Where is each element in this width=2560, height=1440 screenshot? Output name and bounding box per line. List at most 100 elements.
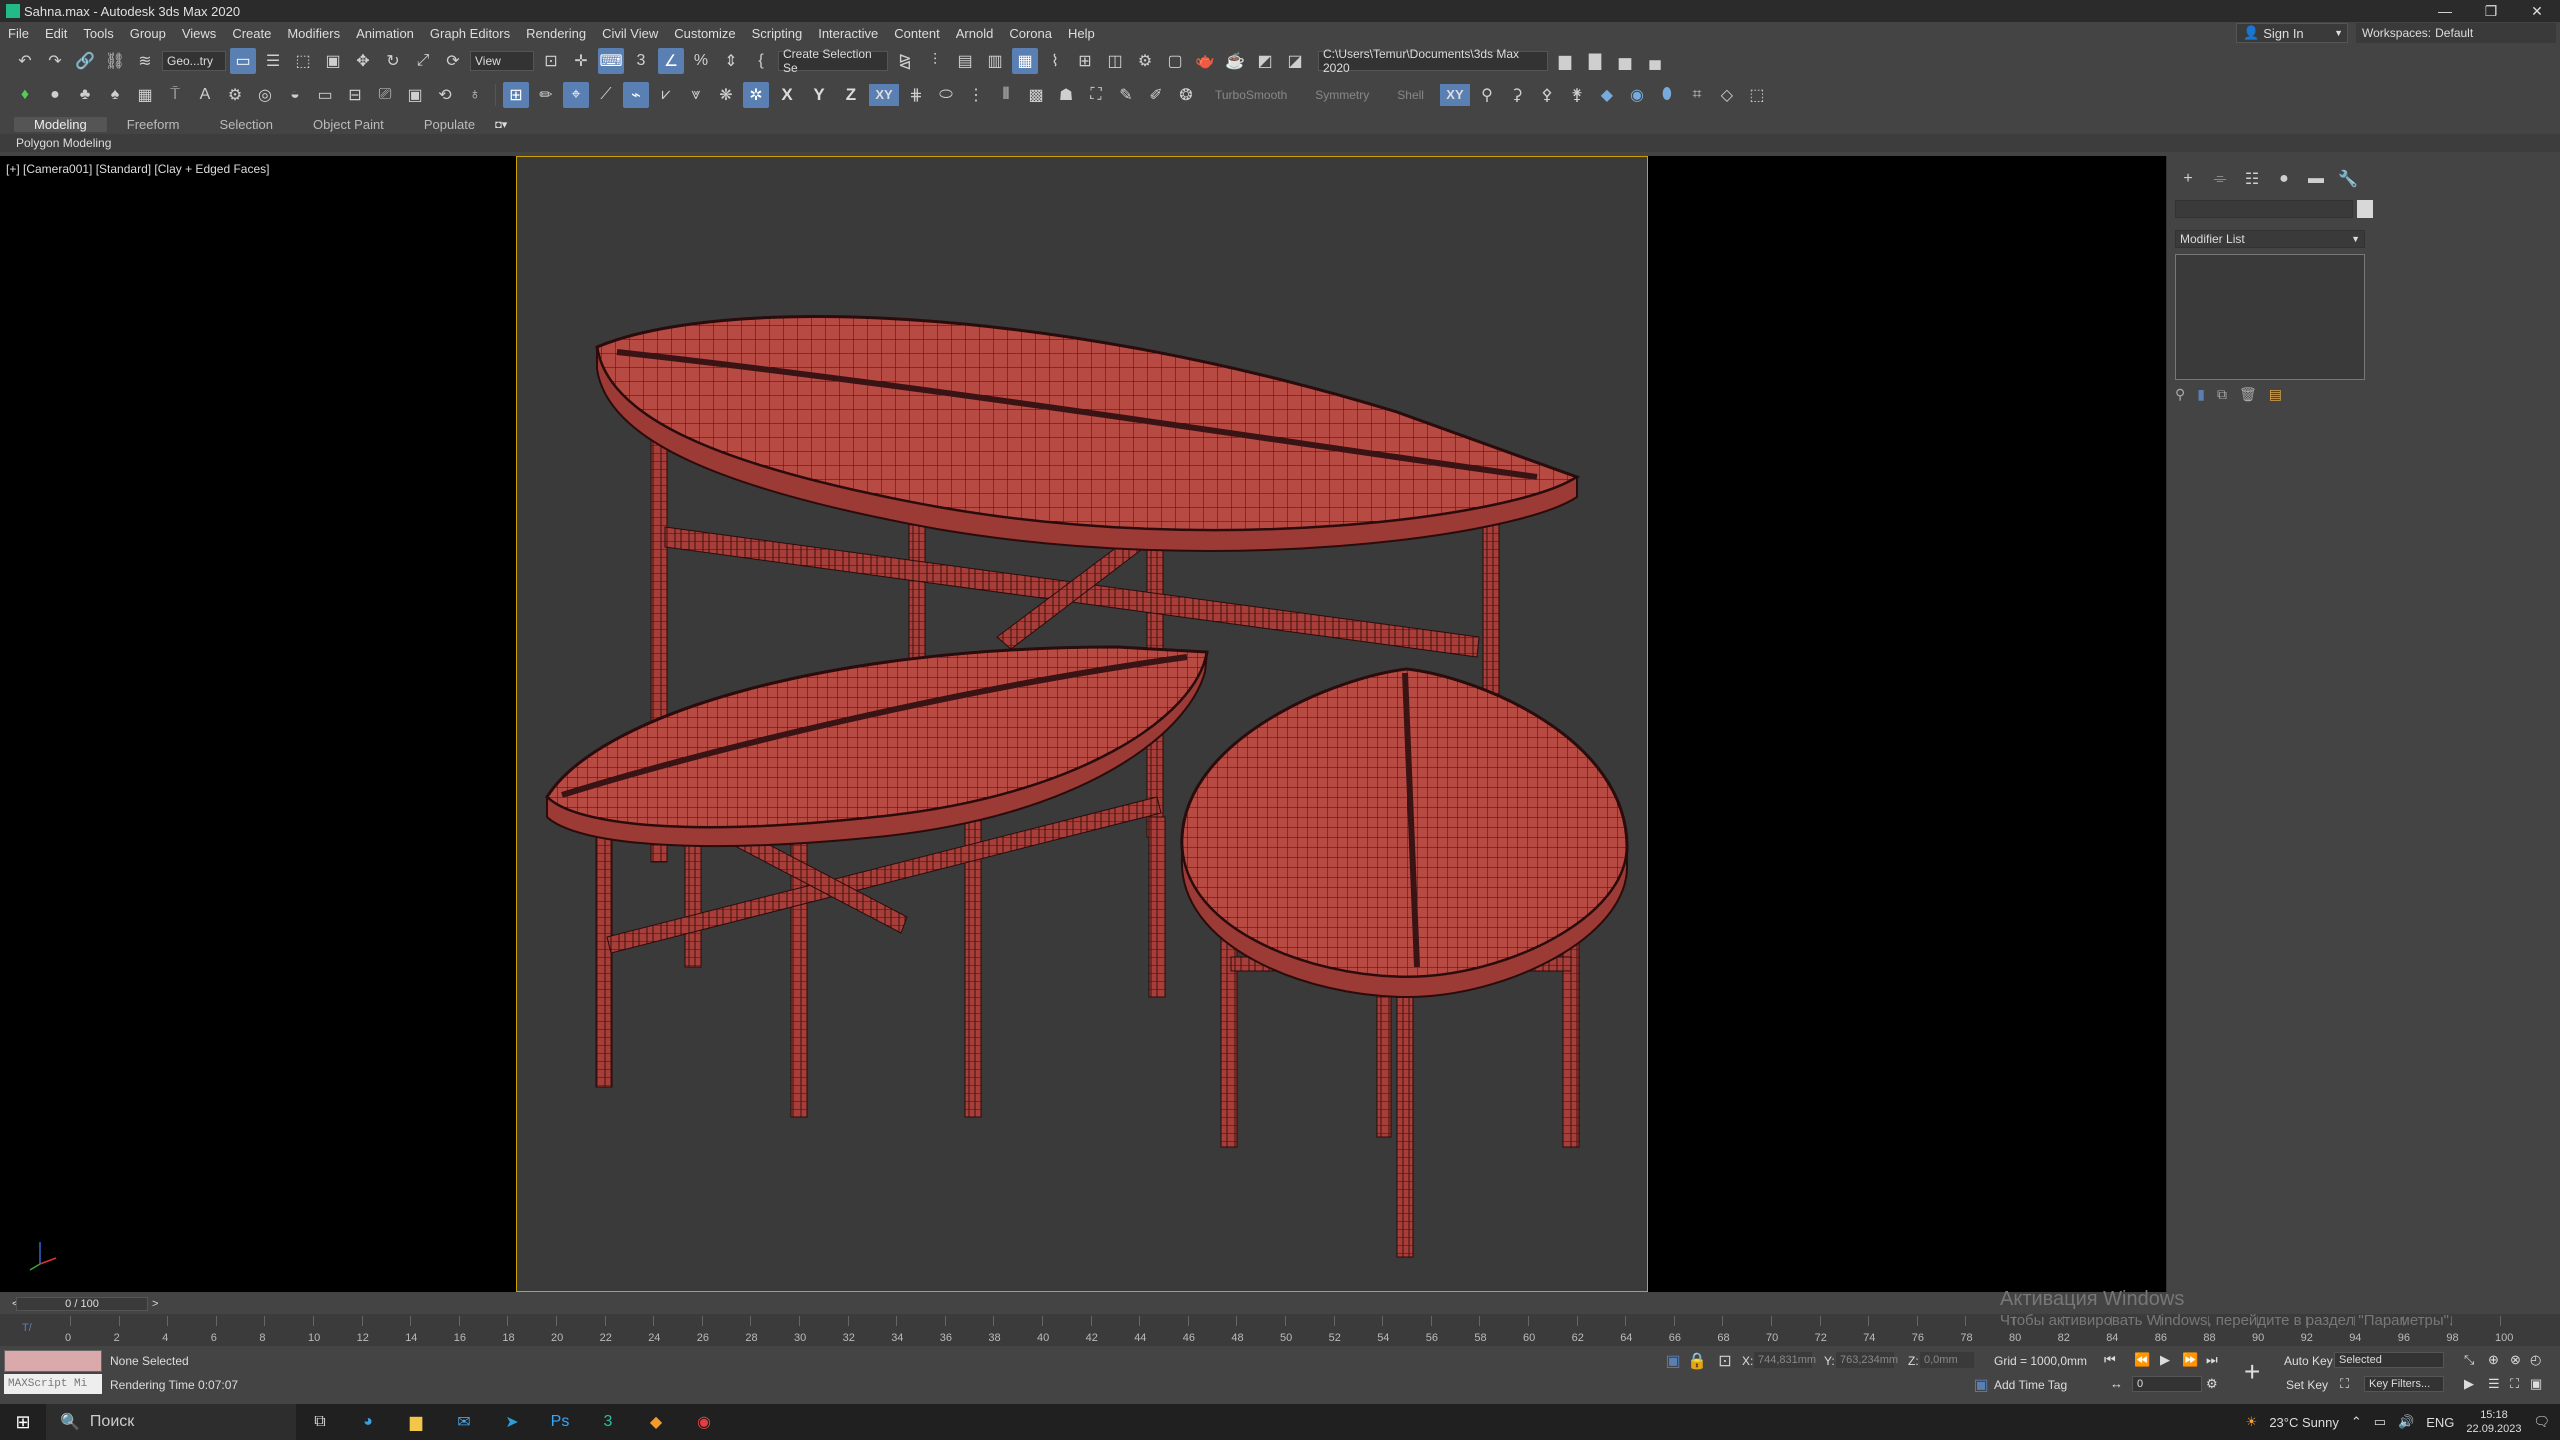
track-bar-toggle[interactable]: T/	[22, 1322, 32, 1334]
time-slider[interactable]: < 0 / 100 >	[0, 1296, 2166, 1312]
project-save-icon[interactable]: ▄	[1642, 48, 1668, 74]
menu-civil-view[interactable]: Civil View	[594, 26, 666, 41]
snap-edge-icon[interactable]: ⌁	[623, 82, 649, 108]
viewport[interactable]: [+] [Camera001] [Standard] [Clay + Edged…	[0, 156, 2166, 1292]
tool-d-icon[interactable]: ⚵	[1564, 82, 1590, 108]
teapot-icon[interactable]: ◒	[282, 82, 308, 108]
tool-a-icon[interactable]: ⚲	[1474, 82, 1500, 108]
next-key-icon[interactable]: ⏩	[2182, 1352, 2198, 1368]
3dsmax-icon[interactable]: 3	[584, 1404, 632, 1440]
time-slider-thumb[interactable]: 0 / 100	[16, 1297, 148, 1311]
utilities-tab-icon[interactable]: 🔧	[2335, 166, 2361, 192]
goto-end-icon[interactable]: ⏭	[2206, 1352, 2218, 1368]
file-explorer-icon[interactable]: ▆	[392, 1404, 440, 1440]
menu-rendering[interactable]: Rendering	[518, 26, 594, 41]
select-by-name-icon[interactable]: ☰	[260, 48, 286, 74]
windows-start-icon[interactable]: ⊞	[0, 1404, 46, 1440]
menu-animation[interactable]: Animation	[348, 26, 422, 41]
layer-explorer-icon[interactable]: ▥	[982, 48, 1008, 74]
next-frame-icon[interactable]: >	[152, 1298, 158, 1310]
ribbon-toggle-icon[interactable]: ▦	[1012, 48, 1038, 74]
menu-create[interactable]: Create	[224, 26, 279, 41]
clock[interactable]: 15:18 22.09.2023	[2466, 1408, 2521, 1436]
project-folder-icon[interactable]: ▆	[1552, 48, 1578, 74]
menu-modifiers[interactable]: Modifiers	[279, 26, 348, 41]
menu-file[interactable]: File	[0, 26, 37, 41]
plane-icon[interactable]: ⬭	[933, 82, 959, 108]
orbit-icon[interactable]: ◴	[2530, 1352, 2541, 1368]
forest-icon[interactable]: ♠	[102, 82, 128, 108]
globe-icon[interactable]: ◉	[1624, 82, 1650, 108]
make-unique-icon[interactable]: ⧉	[2217, 386, 2227, 403]
sign-in-dropdown[interactable]: 👤 Sign In ▼	[2236, 23, 2348, 43]
fence-icon[interactable]: ⊟	[342, 82, 368, 108]
project-open-icon[interactable]: ▇	[1582, 48, 1608, 74]
snap-pivot-icon[interactable]: ✏	[533, 82, 559, 108]
unlink-icon[interactable]: ⛓	[102, 48, 128, 74]
weather-icon[interactable]: ☀	[2246, 1414, 2258, 1430]
notifications-icon[interactable]: 🗨	[2533, 1414, 2550, 1430]
angle-snap-icon[interactable]: ∠	[658, 48, 684, 74]
volume-icon[interactable]: 🔊	[2398, 1414, 2414, 1430]
axis-xy-constraint-button[interactable]: XY	[1439, 84, 1470, 106]
shell-label[interactable]: Shell	[1385, 88, 1436, 102]
set-key-plus-icon[interactable]: +	[2244, 1356, 2260, 1388]
weather-text[interactable]: 23°C Sunny	[2269, 1415, 2339, 1430]
zoom-all-icon[interactable]: ⊕	[2488, 1352, 2499, 1368]
network-icon[interactable]: ▭	[2374, 1414, 2386, 1430]
snap-options-icon[interactable]: ❋	[713, 82, 739, 108]
brush-icon[interactable]: ✎	[1113, 82, 1139, 108]
arnold-render-icon[interactable]: ◪	[1282, 48, 1308, 74]
symmetry-label[interactable]: Symmetry	[1303, 88, 1381, 102]
diamond-icon[interactable]: ◇	[1714, 82, 1740, 108]
render-iterative-icon[interactable]: ☕	[1222, 48, 1248, 74]
goto-start-icon[interactable]: ⏮	[2104, 1352, 2116, 1368]
render-setup-icon[interactable]: ⚙	[1132, 48, 1158, 74]
maxscript-mini-listener[interactable]: MAXScript Mi	[4, 1374, 102, 1394]
spacing-icon[interactable]: ⫴	[993, 82, 1019, 108]
remove-modifier-icon[interactable]: 🗑	[2239, 386, 2257, 403]
placement-icon[interactable]: ⟳	[440, 48, 466, 74]
object-name-field[interactable]	[2175, 200, 2353, 218]
language-indicator[interactable]: ENG	[2426, 1415, 2454, 1430]
pan-icon[interactable]: ▶	[2464, 1376, 2474, 1392]
sphere-icon[interactable]: ●	[42, 82, 68, 108]
tool-c-icon[interactable]: ⚴	[1534, 82, 1560, 108]
rect-selection-icon[interactable]: ⬚	[290, 48, 316, 74]
undo-icon[interactable]: ↶	[12, 48, 38, 74]
y-coord-field[interactable]: 763,234mm	[1836, 1352, 1898, 1368]
z-coord-field[interactable]: 0,0mm	[1920, 1352, 1974, 1368]
loop-icon[interactable]: ⟲	[432, 82, 458, 108]
task-view-icon[interactable]: ⧉	[296, 1404, 344, 1440]
pin-icon[interactable]: ⍑	[162, 82, 188, 108]
workspaces-dropdown[interactable]: Workspaces: Default	[2356, 23, 2556, 43]
app-orange-icon[interactable]: ◆	[632, 1404, 680, 1440]
modify-tab-icon[interactable]: ⌯	[2207, 166, 2233, 192]
menu-views[interactable]: Views	[174, 26, 224, 41]
maximize-button[interactable]: ❐	[2468, 0, 2514, 22]
snap-endpoint-icon[interactable]: ⟋	[593, 82, 619, 108]
stack-icon[interactable]: ☗	[1053, 82, 1079, 108]
select-object-icon[interactable]: ▭	[230, 48, 256, 74]
key-filter-icon[interactable]: ⛶	[2340, 1376, 2349, 1392]
ribbon-options-icon[interactable]: ◘▾	[495, 118, 507, 131]
spinner-snap-icon[interactable]: ⇕	[718, 48, 744, 74]
prev-key-icon[interactable]: ⏪	[2134, 1352, 2150, 1368]
menu-scripting[interactable]: Scripting	[744, 26, 811, 41]
fov-icon[interactable]: ⊗	[2510, 1352, 2521, 1368]
maxscript-listener[interactable]	[4, 1350, 102, 1372]
display-tab-icon[interactable]: ▬	[2303, 166, 2329, 192]
zoom-extents-icon[interactable]: ⤡	[2464, 1352, 2474, 1368]
table-grid-icon[interactable]: ▦	[132, 82, 158, 108]
percent-snap-icon[interactable]: %	[688, 48, 714, 74]
show-end-result-icon[interactable]: ▮	[2197, 386, 2205, 403]
menu-help[interactable]: Help	[1060, 26, 1103, 41]
array-icon[interactable]: ⋮	[963, 82, 989, 108]
cube-icon[interactable]: ◆	[1594, 82, 1620, 108]
motion-tab-icon[interactable]: ●	[2271, 166, 2297, 192]
keyboard-shortcut-override-icon[interactable]: ⌨	[598, 48, 624, 74]
menu-edit[interactable]: Edit	[37, 26, 75, 41]
scene-explorer-icon[interactable]: ▤	[952, 48, 978, 74]
grid-tool-icon[interactable]: ⋕	[903, 82, 929, 108]
time-config-icon[interactable]: ⚙	[2206, 1376, 2218, 1392]
